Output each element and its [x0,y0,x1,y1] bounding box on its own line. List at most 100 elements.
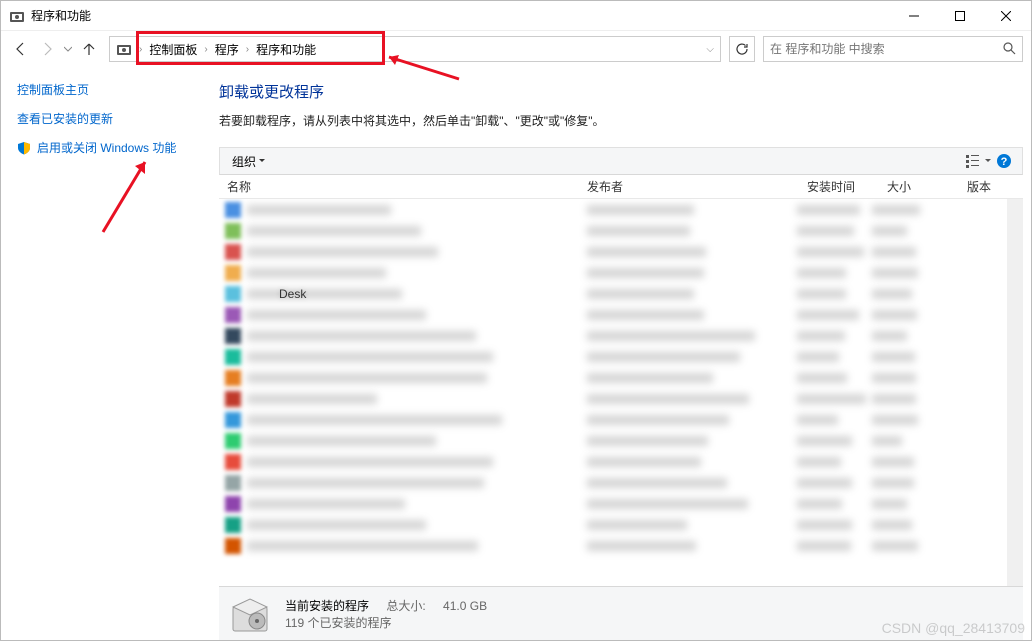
close-button[interactable] [983,1,1029,31]
breadcrumb-item-programs-features[interactable]: 程序和功能 [252,39,320,60]
blurred-text [247,373,487,383]
table-row[interactable] [219,199,1023,220]
help-button[interactable]: ? [992,150,1016,172]
blurred-text [587,457,701,467]
table-row[interactable] [219,430,1023,451]
blurred-text [872,478,915,488]
programs-box-icon [229,593,271,635]
table-row[interactable] [219,388,1023,409]
blurred-text [872,247,916,257]
column-headers: 名称 发布者 安装时间 大小 版本 [219,175,1023,199]
search-box[interactable] [763,36,1023,62]
blurred-text [872,331,907,341]
search-icon[interactable] [1002,41,1016,58]
main-content: 卸载或更改程序 若要卸载程序，请从列表中将其选中，然后单击"卸载"、"更改"或"… [201,67,1031,640]
program-list[interactable]: Desk [219,199,1023,586]
maximize-button[interactable] [937,1,983,31]
blurred-text [247,436,436,446]
chevron-right-icon[interactable]: › [201,44,210,55]
blurred-text [872,394,916,404]
table-row[interactable] [219,304,1023,325]
blurred-text [587,205,694,215]
blurred-text [797,394,866,404]
up-button[interactable] [77,37,101,61]
table-row[interactable] [219,514,1023,535]
chevron-right-icon[interactable]: › [243,44,252,55]
table-row[interactable] [219,367,1023,388]
page-heading: 卸载或更改程序 [219,81,1023,102]
blurred-text [587,478,727,488]
blurred-text [797,436,852,446]
table-row[interactable] [219,325,1023,346]
blurred-text [872,541,918,551]
blurred-text [797,499,842,509]
history-dropdown[interactable] [61,37,75,61]
forward-button[interactable] [35,37,59,61]
blurred-text [797,247,864,257]
blurred-text [247,499,405,509]
blurred-text [587,394,749,404]
page-description: 若要卸载程序，请从列表中将其选中，然后单击"卸载"、"更改"或"修复"。 [219,112,1023,129]
refresh-button[interactable] [729,36,755,62]
table-row[interactable] [219,220,1023,241]
view-options-button[interactable] [966,150,992,172]
blurred-text [872,373,916,383]
sidebar: 控制面板主页 查看已安装的更新 启用或关闭 Windows 功能 [1,67,201,640]
programs-features-icon [9,8,25,24]
blurred-text [797,520,852,530]
table-row[interactable] [219,493,1023,514]
blurred-text [797,310,859,320]
column-install-date[interactable]: 安装时间 [799,175,879,198]
window-title: 程序和功能 [31,7,891,24]
minimize-button[interactable] [891,1,937,31]
status-size-label: 总大小: [386,599,425,613]
breadcrumb-dropdown[interactable]: ⌵ [702,44,718,55]
column-publisher[interactable]: 发布者 [579,175,799,198]
table-row[interactable] [219,346,1023,367]
blurred-text [872,226,907,236]
table-row[interactable] [219,535,1023,556]
blurred-text [247,352,493,362]
blurred-text [797,289,846,299]
blurred-text [587,415,729,425]
back-button[interactable] [9,37,33,61]
list-fragment: Desk [279,287,306,301]
blurred-text [872,520,912,530]
breadcrumb[interactable]: › 控制面板 › 程序 › 程序和功能 ⌵ [109,36,721,62]
window-controls [891,1,1029,31]
svg-text:?: ? [1001,156,1008,168]
table-row[interactable] [219,283,1023,304]
program-icon [225,244,241,260]
table-row[interactable] [219,409,1023,430]
chevron-right-icon[interactable]: › [136,44,145,55]
search-input[interactable] [770,42,1002,56]
program-icon [225,265,241,281]
blurred-text [247,541,478,551]
sidebar-windows-features[interactable]: 启用或关闭 Windows 功能 [17,139,193,156]
blurred-text [872,205,920,215]
status-count: 119 个已安装的程序 [285,614,487,631]
program-icon [225,475,241,491]
program-icon [225,349,241,365]
blurred-text [797,205,860,215]
column-size[interactable]: 大小 [879,175,959,198]
blurred-text [247,205,391,215]
blurred-text [247,289,402,299]
program-icon [225,223,241,239]
table-row[interactable] [219,472,1023,493]
scrollbar[interactable] [1007,199,1023,586]
sidebar-view-installed-updates[interactable]: 查看已安装的更新 [17,110,193,127]
organize-menu[interactable]: 组织 [226,151,272,172]
column-name[interactable]: 名称 [219,175,579,198]
table-row[interactable] [219,451,1023,472]
column-version[interactable]: 版本 [959,175,1023,198]
table-row[interactable] [219,241,1023,262]
program-icon [225,538,241,554]
blurred-text [247,226,421,236]
blurred-text [247,268,386,278]
breadcrumb-item-programs[interactable]: 程序 [211,39,243,60]
table-row[interactable] [219,262,1023,283]
blurred-text [587,352,740,362]
sidebar-control-panel-home[interactable]: 控制面板主页 [17,81,193,98]
breadcrumb-item-control-panel[interactable]: 控制面板 [145,39,201,60]
